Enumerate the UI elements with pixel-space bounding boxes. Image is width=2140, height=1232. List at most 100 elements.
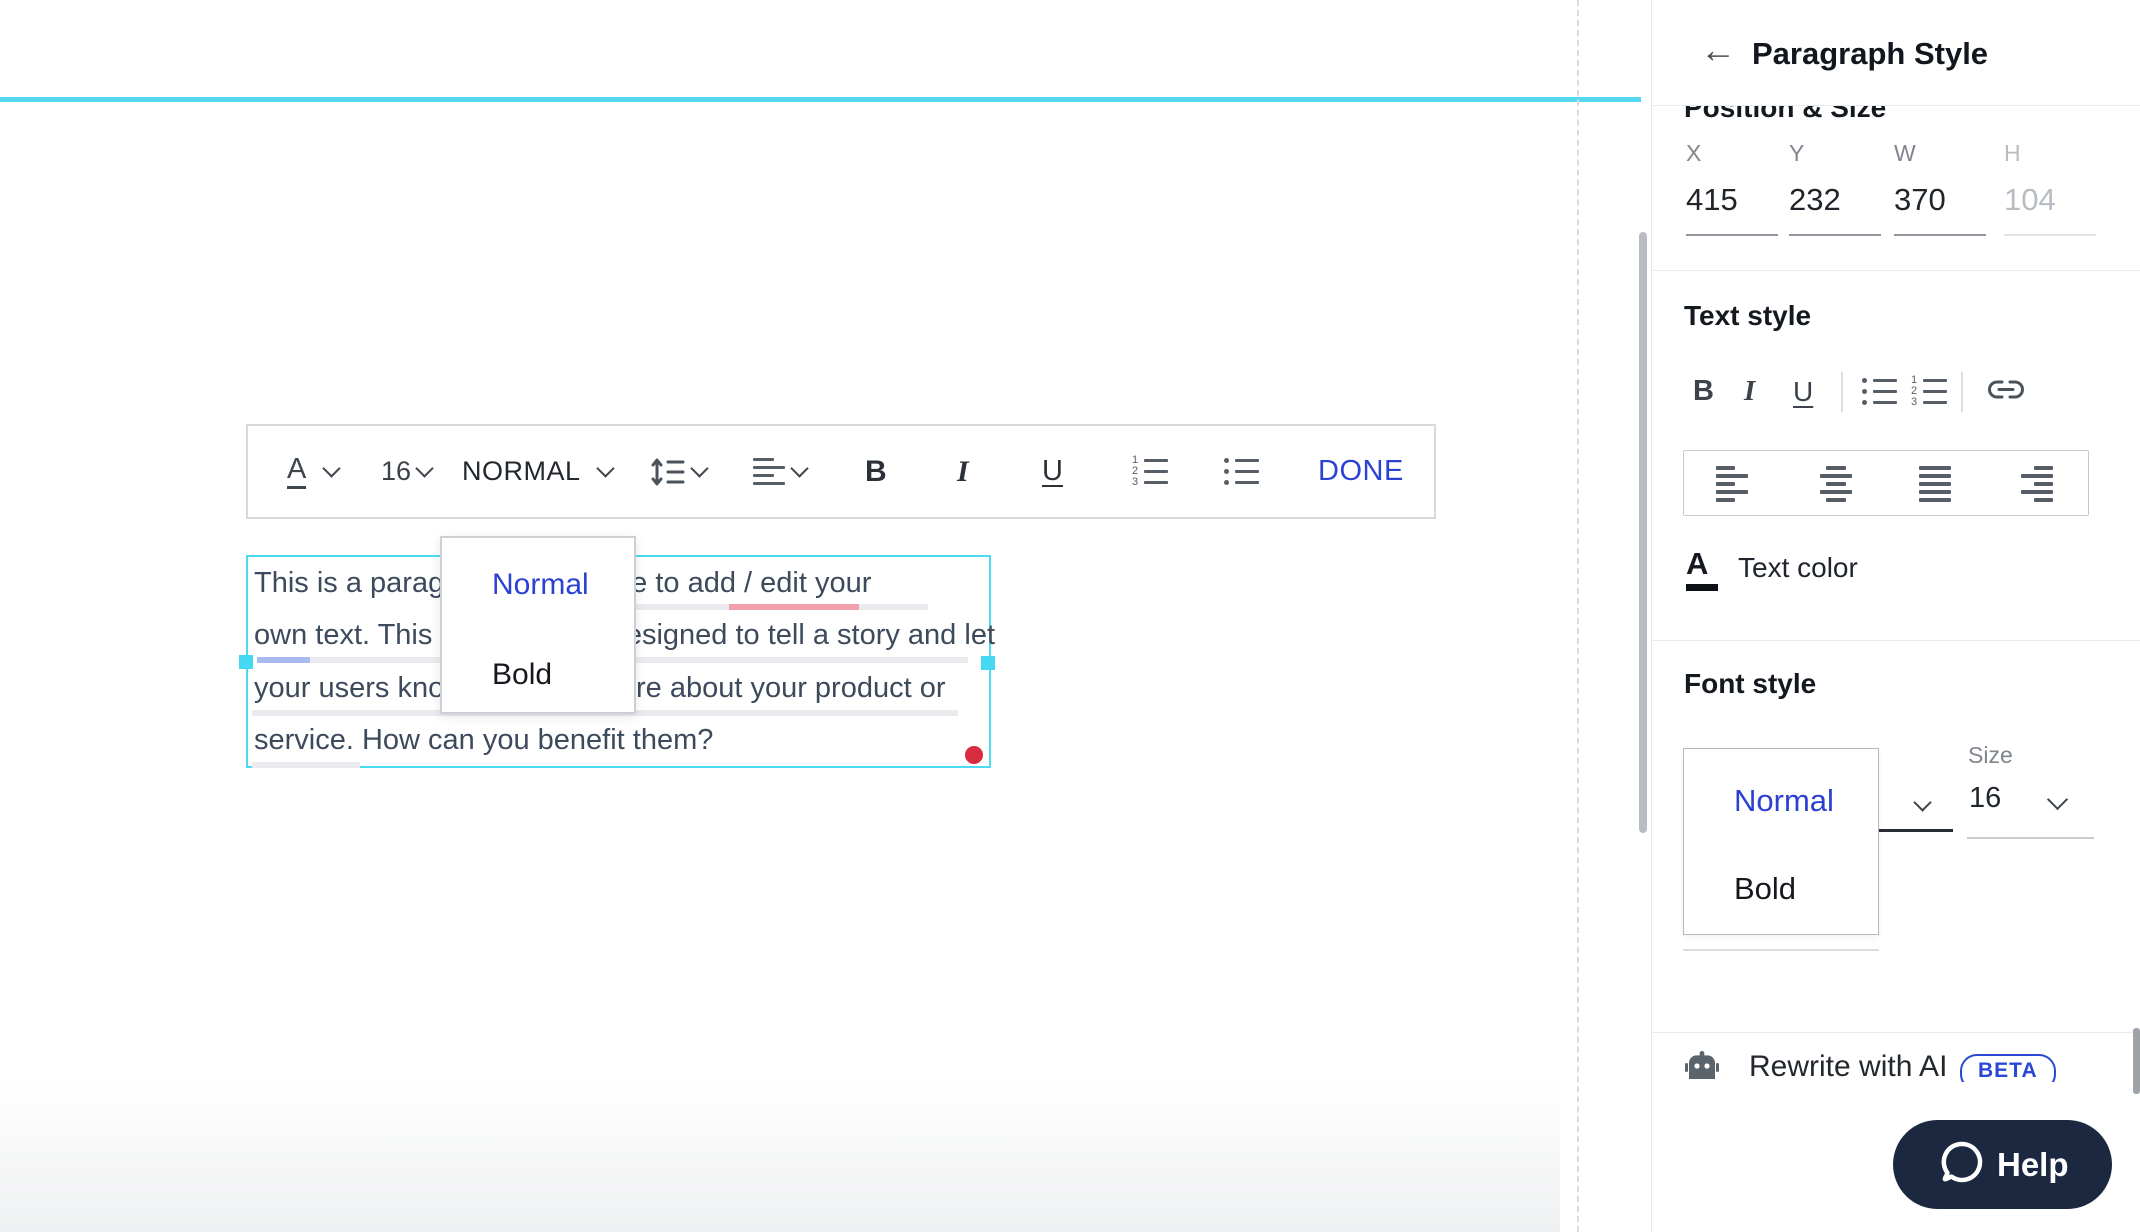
chevron-down-icon <box>596 459 615 478</box>
paragraph-style-dropdown[interactable]: NORMAL <box>462 426 581 517</box>
text-style-heading: Text style <box>1684 300 1812 331</box>
toolbar-separator <box>1961 372 1963 412</box>
text-color-button[interactable]: A <box>287 426 307 517</box>
text-color-icon: A <box>287 454 307 489</box>
menu-item-bold[interactable]: Bold <box>492 658 552 692</box>
back-arrow-icon[interactable]: ← <box>1700 32 1736 68</box>
chevron-down-icon <box>322 459 341 478</box>
resize-handle-right[interactable] <box>981 656 995 670</box>
help-label: Help <box>1997 1145 2069 1183</box>
toolbar-separator <box>1841 372 1843 412</box>
font-style-dropdown-menu: Normal Bold <box>1683 748 1879 935</box>
field-value-y[interactable]: 232 <box>1789 182 1841 218</box>
page-boundary-guide <box>1577 0 1579 1232</box>
align-right-icon <box>2021 466 2053 502</box>
grammar-underline <box>310 657 968 663</box>
field-label-w: W <box>1894 140 1916 166</box>
align-left-icon <box>753 457 785 486</box>
text-color-button[interactable]: A <box>1686 548 1718 591</box>
font-size-dropdown-arrow[interactable] <box>415 426 434 517</box>
align-justify-button[interactable] <box>1919 466 1951 502</box>
align-center-button[interactable] <box>1820 466 1852 502</box>
italic-button[interactable]: I <box>957 426 969 517</box>
align-left-button[interactable] <box>1716 466 1748 502</box>
size-value[interactable]: 16 <box>1969 782 2001 815</box>
align-left-icon <box>1716 466 1748 502</box>
field-underline-y <box>1789 234 1881 236</box>
chevron-down-icon <box>1913 793 1932 812</box>
bullet-list-icon <box>1862 378 1897 405</box>
done-button[interactable]: DONE <box>1318 426 1404 517</box>
field-underline-w <box>1894 234 1986 236</box>
panel-header: ← Paragraph Style <box>1652 0 2140 106</box>
bullet-list-button[interactable] <box>1224 426 1259 517</box>
align-center-icon <box>1820 466 1852 502</box>
size-dropdown-arrow[interactable] <box>2046 788 2069 812</box>
style-dropdown-menu: Normal Bold <box>440 536 636 714</box>
bullet-list-button[interactable] <box>1862 378 1897 405</box>
paragraph-style-dropdown-arrow[interactable] <box>596 426 615 517</box>
menu-item-bold[interactable]: Bold <box>1734 871 1796 907</box>
alignment-dropdown-arrow[interactable] <box>790 426 809 517</box>
help-button[interactable]: Help <box>1893 1120 2112 1209</box>
chevron-down-icon <box>790 459 809 478</box>
spellcheck-underline <box>729 604 859 610</box>
canvas-bottom-fade <box>0 1080 1560 1232</box>
underline-button[interactable]: U <box>1042 426 1063 517</box>
field-value-x[interactable]: 415 <box>1686 182 1738 218</box>
bold-button[interactable]: B <box>1693 375 1714 408</box>
field-label-x: X <box>1686 140 1702 166</box>
numbered-list-button[interactable]: 1 2 3 <box>1911 375 1947 408</box>
field-label-h: H <box>2004 140 2021 166</box>
font-style-select-underline <box>1879 829 1953 832</box>
menu-item-normal[interactable]: Normal <box>1734 783 1834 819</box>
link-icon <box>1988 380 2024 399</box>
numbered-list-icon: 1 2 3 <box>1132 455 1168 488</box>
text-color-label: Text color <box>1738 552 1858 583</box>
text-color-dropdown-arrow[interactable] <box>322 426 341 517</box>
red-status-dot <box>965 746 983 764</box>
field-label-y: Y <box>1789 140 1805 166</box>
chevron-down-icon <box>690 459 709 478</box>
grammar-underline-blue <box>257 657 310 663</box>
text-color-icon: A <box>1686 546 1709 581</box>
grammar-underline <box>252 762 360 768</box>
size-label: Size <box>1968 742 2013 768</box>
paragraph-style-panel: Position & Size ← Paragraph Style X 415 … <box>1651 0 2140 1232</box>
panel-scrollbar[interactable] <box>2133 1028 2140 1094</box>
field-underline-x <box>1686 234 1778 236</box>
numbered-list-button[interactable]: 1 2 3 <box>1132 426 1168 517</box>
section-top-edge-highlight <box>0 97 1641 102</box>
align-right-button[interactable] <box>2021 466 2053 502</box>
line-spacing-icon <box>651 458 685 485</box>
line-spacing-dropdown-arrow[interactable] <box>690 426 709 517</box>
menu-item-normal[interactable]: Normal <box>492 568 589 602</box>
canvas-scrollbar[interactable] <box>1639 232 1647 833</box>
field-value-w[interactable]: 370 <box>1894 182 1946 218</box>
font-style-dropdown-arrow[interactable] <box>1913 793 1932 814</box>
link-button[interactable] <box>1986 378 2026 407</box>
rewrite-with-ai-label: Rewrite with AI <box>1749 1050 1948 1082</box>
italic-button[interactable]: I <box>1744 375 1755 408</box>
line-spacing-button[interactable] <box>650 426 686 517</box>
bold-button[interactable]: B <box>865 426 887 517</box>
beta-badge: BETA <box>1960 1054 2056 1082</box>
font-style-heading: Font style <box>1684 668 1817 699</box>
underline-button[interactable]: U <box>1793 376 1813 408</box>
alignment-group <box>1683 450 2089 516</box>
align-justify-icon <box>1919 466 1951 502</box>
size-select-underline <box>1967 837 2094 839</box>
font-style-field-underline <box>1683 949 1879 951</box>
resize-handle-left[interactable] <box>239 655 253 669</box>
panel-title: Paragraph Style <box>1752 36 1989 71</box>
bullet-list-icon <box>1224 458 1259 485</box>
rewrite-with-ai-row[interactable]: Rewrite with AI BETA <box>1652 1044 2140 1082</box>
text-color-swatch <box>1686 584 1718 591</box>
alignment-button[interactable] <box>753 426 785 517</box>
numbered-list-icon: 1 2 3 <box>1911 375 1947 408</box>
section-divider <box>1652 270 2140 271</box>
ai-robot-icon <box>1685 1050 1719 1082</box>
font-size-dropdown[interactable]: 16 <box>381 426 411 517</box>
text-editor-toolbar: A 16 NORMAL B I U 1 2 3 DONE <box>246 424 1436 519</box>
paragraph-line[interactable]: service. How can you benefit them? <box>254 724 713 757</box>
